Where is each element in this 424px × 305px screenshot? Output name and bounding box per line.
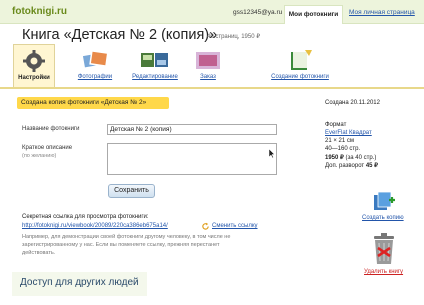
price-value: 1950 ₽ (325, 155, 344, 161)
copy-created-banner: Создана копия фотокниги «Детская № 2» (17, 97, 169, 109)
secret-link-url[interactable]: http://fotoknigi.ru/viewbook/20089/220ca… (22, 223, 168, 229)
edit-pages-icon (141, 53, 168, 67)
tab-settings-label: Настройки (18, 75, 50, 81)
page: fotoknigi.ru gss12345@ya.ru Мои фотокниг… (0, 0, 424, 305)
create-book-icon (291, 50, 312, 70)
format-title: Формат (325, 122, 347, 128)
book-name-input[interactable] (107, 124, 277, 135)
tab-photos[interactable]: Фотографии (70, 44, 120, 84)
tab-edit-label: Редактирование (132, 74, 178, 80)
secret-link-note: Например, для демонстрации своей фотокни… (22, 234, 231, 256)
description-hint: (по желанию) (22, 153, 57, 159)
extra-label: Доп. разворот (325, 163, 366, 169)
save-button[interactable]: Сохранить (108, 184, 155, 198)
nav-my-books[interactable]: Мои фотокниги (284, 5, 343, 24)
format-name-link[interactable]: EverFlat Квадрат (325, 130, 372, 136)
tab-underline (0, 87, 424, 89)
description-label: Краткое описание (22, 145, 73, 151)
change-link-button[interactable]: Сменить ссылку (212, 223, 258, 229)
tab-edit[interactable]: Редактирование (126, 44, 184, 84)
page-title: Книга «Детская № 2 (копия)» (22, 27, 218, 43)
format-extra-spread: Доп. разворот 45 ₽ (325, 162, 378, 169)
price-note: (за 40 стр.) (343, 155, 377, 161)
gear-icon (23, 50, 45, 72)
name-label: Название фотокниги (22, 126, 80, 132)
tab-create-label: Создание фотокниги (271, 74, 329, 80)
created-date: Создана 20.11.2012 (325, 100, 380, 106)
tab-order-label: Заказ (200, 74, 216, 80)
access-section: Доступ для других людей (12, 272, 147, 296)
book-meta: 40 страниц, 1950 ₽ (207, 34, 261, 40)
format-price: 1950 ₽ (за 40 стр.) (325, 154, 376, 161)
tab-settings[interactable]: Настройки (13, 44, 55, 88)
order-icon (196, 52, 220, 69)
access-title: Доступ для других людей (20, 277, 139, 288)
nav-account-link[interactable]: Моя личная страница (349, 9, 415, 16)
copy-book-icon[interactable] (372, 190, 396, 212)
extra-value: 45 ₽ (365, 163, 378, 169)
secret-link-label: Секретная ссылка для просмотра фотокниги… (22, 214, 149, 220)
top-bar: fotoknigi.ru gss12345@ya.ru Мои фотокниг… (0, 0, 424, 24)
user-email: gss12345@ya.ru (233, 9, 283, 16)
description-textarea[interactable] (107, 143, 277, 175)
tab-bar: Настройки Фотографии Редактирование Зака… (0, 44, 424, 88)
create-copy-link[interactable]: Создать копию (362, 215, 404, 221)
refresh-icon[interactable] (201, 222, 210, 231)
tab-photos-label: Фотографии (77, 74, 113, 80)
site-logo[interactable]: fotoknigi.ru (12, 6, 67, 17)
mouse-cursor-icon (268, 149, 276, 159)
format-size: 21 × 21 см (325, 138, 354, 144)
tab-create[interactable]: Создание фотокниги (266, 44, 334, 84)
trash-icon[interactable] (371, 232, 397, 266)
format-pages: 40—160 стр. (325, 146, 361, 152)
tab-order[interactable]: Заказ (193, 44, 223, 84)
photos-icon (81, 50, 109, 70)
delete-book-link[interactable]: Удалить книгу (364, 269, 403, 275)
